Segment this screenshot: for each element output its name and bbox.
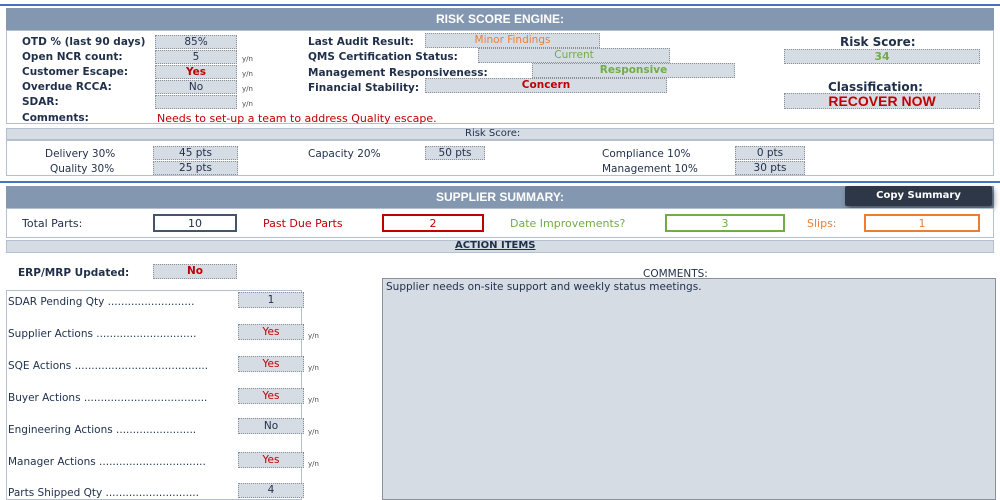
- sqe-actions-label: SQE Actions ............................…: [8, 360, 209, 372]
- rcca-label: Overdue RCCA:: [22, 81, 112, 93]
- manager-actions-label: Manager Actions ........................…: [8, 456, 206, 468]
- fin-field[interactable]: Concern: [425, 78, 667, 93]
- date-improvements-label: Date Improvements?: [510, 217, 626, 230]
- audit-field[interactable]: Minor Findings: [425, 33, 600, 48]
- capacity-field: 50 pts: [425, 146, 485, 160]
- delivery-label: Delivery 30%: [45, 148, 116, 160]
- escape-yn-hint: y/n: [242, 70, 253, 78]
- classification-field: RECOVER NOW: [784, 93, 980, 109]
- summary-rule: [0, 181, 1000, 183]
- action-comments-textarea[interactable]: Supplier needs on-site support and weekl…: [382, 278, 996, 500]
- management-field: 30 pts: [735, 161, 805, 175]
- rcca-yn-hint: y/n: [242, 85, 253, 93]
- supplier-actions-yn-hint: y/n: [308, 332, 319, 340]
- total-parts-label: Total Parts:: [22, 217, 83, 230]
- sdar-label: SDAR:: [22, 96, 59, 108]
- supplier-actions-label: Supplier Actions .......................…: [8, 328, 197, 340]
- manager-actions-yn-hint: y/n: [308, 460, 319, 468]
- erp-field[interactable]: No: [153, 264, 237, 279]
- quality-field: 25 pts: [153, 161, 238, 175]
- sqe-actions-field[interactable]: Yes: [238, 356, 304, 372]
- sdar-pending-field[interactable]: 1: [238, 292, 304, 308]
- otd-field[interactable]: 85%: [155, 35, 237, 49]
- escape-label: Customer Escape:: [22, 66, 129, 78]
- otd-label: OTD % (last 90 days): [22, 36, 146, 48]
- buyer-actions-yn-hint: y/n: [308, 396, 319, 404]
- compliance-label: Compliance 10%: [602, 148, 691, 160]
- slips-field[interactable]: 1: [864, 214, 980, 232]
- management-label: Management 10%: [602, 163, 698, 175]
- parts-shipped-label: Parts Shipped Qty ......................…: [8, 487, 199, 499]
- sdar-yn-hint: y/n: [242, 100, 253, 108]
- classification-label: Classification:: [828, 80, 923, 94]
- fin-label: Financial Stability:: [308, 82, 420, 94]
- buyer-actions-label: Buyer Actions ..........................…: [8, 392, 208, 404]
- sdar-field[interactable]: [155, 95, 237, 109]
- risk-comments-text[interactable]: Needs to set-up a team to address Qualit…: [157, 112, 437, 125]
- audit-label: Last Audit Result:: [308, 36, 414, 48]
- capacity-label: Capacity 20%: [308, 148, 381, 160]
- risk-score-label: Risk Score:: [840, 35, 916, 49]
- engineering-actions-yn-hint: y/n: [308, 428, 319, 436]
- ncr-label: Open NCR count:: [22, 51, 123, 63]
- buyer-actions-field[interactable]: Yes: [238, 388, 304, 404]
- engineering-actions-label: Engineering Actions ....................…: [8, 424, 197, 436]
- ncr-yn-hint: y/n: [242, 55, 253, 63]
- compliance-field: 0 pts: [735, 146, 805, 160]
- erp-label: ERP/MRP Updated:: [18, 267, 130, 279]
- manager-actions-field[interactable]: Yes: [238, 452, 304, 468]
- parts-shipped-field[interactable]: 4: [238, 483, 304, 498]
- risk-score-field: 34: [784, 49, 980, 64]
- escape-field[interactable]: Yes: [155, 65, 237, 79]
- sdar-pending-label: SDAR Pending Qty .......................…: [8, 296, 195, 308]
- past-due-field[interactable]: 2: [382, 214, 484, 232]
- engineering-actions-field[interactable]: No: [238, 418, 304, 434]
- quality-label: Quality 30%: [50, 163, 115, 175]
- action-comments-text: Supplier needs on-site support and weekl…: [386, 281, 702, 293]
- supplier-actions-field[interactable]: Yes: [238, 324, 304, 340]
- action-items-title: ACTION ITEMS: [455, 240, 536, 251]
- top-rule: [0, 4, 1000, 6]
- mgmt-field[interactable]: Responsive: [532, 63, 735, 78]
- copy-summary-button[interactable]: Copy Summary: [845, 186, 992, 206]
- comments-label: Comments:: [22, 112, 89, 124]
- qms-label: QMS Certification Status:: [308, 51, 458, 63]
- date-improvements-field[interactable]: 3: [665, 214, 785, 232]
- risk-score-band-title: Risk Score:: [465, 128, 521, 139]
- qms-field[interactable]: Current: [478, 48, 670, 63]
- slips-label: Slips:: [807, 217, 837, 230]
- risk-engine-header: RISK SCORE ENGINE:: [6, 8, 994, 30]
- total-parts-field[interactable]: 10: [153, 214, 237, 232]
- sqe-actions-yn-hint: y/n: [308, 364, 319, 372]
- delivery-field: 45 pts: [153, 146, 238, 160]
- past-due-label: Past Due Parts: [263, 217, 343, 230]
- rcca-field[interactable]: No: [155, 80, 237, 94]
- ncr-field[interactable]: 5: [155, 50, 237, 64]
